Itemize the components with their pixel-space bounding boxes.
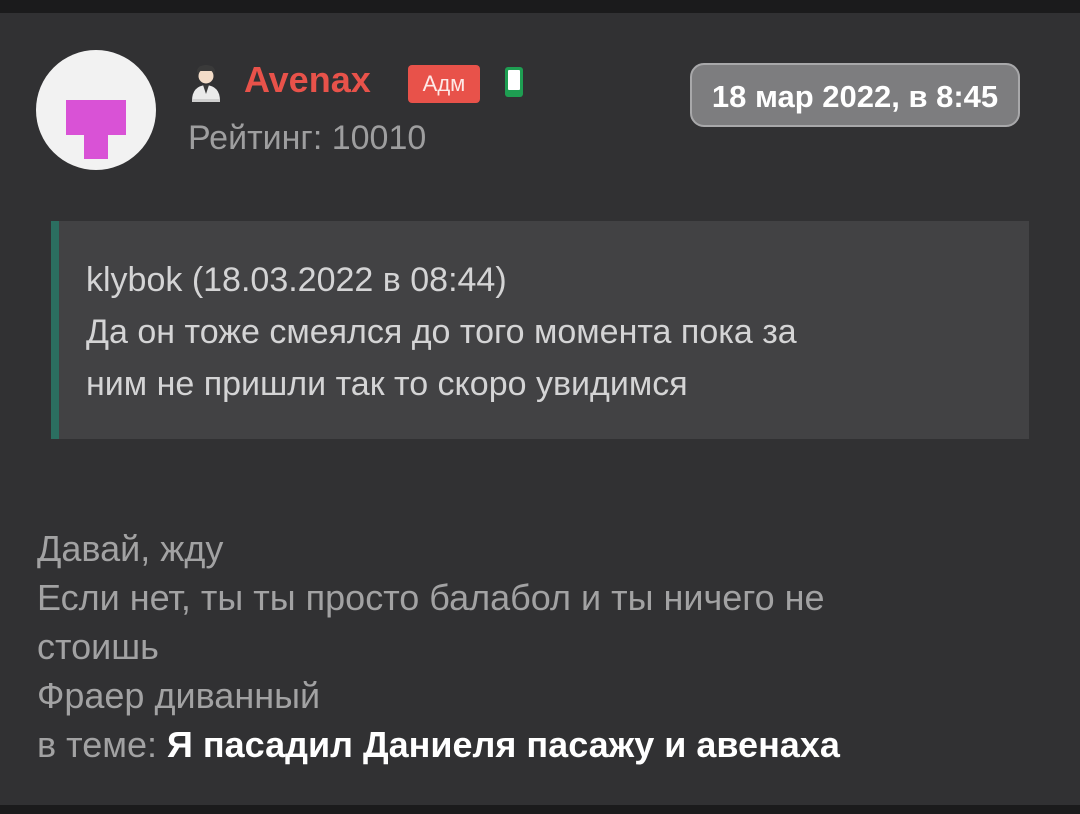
avatar-shape-stem bbox=[84, 135, 108, 159]
author-name[interactable]: Avenax bbox=[244, 58, 371, 102]
quote-text: klybok (18.03.2022 в 08:44) Да он тоже с… bbox=[86, 254, 1016, 410]
message-line: Давай, жду bbox=[37, 528, 224, 569]
quote-line: Да он тоже смеялся до того момента пока … bbox=[86, 313, 797, 351]
quote-header: klybok (18.03.2022 в 08:44) bbox=[86, 261, 507, 299]
avatar-shape-top bbox=[66, 100, 126, 135]
avatar[interactable] bbox=[36, 50, 156, 170]
message-line: Фраер диванный bbox=[37, 675, 321, 716]
post-date[interactable]: 18 мар 2022, в 8:45 bbox=[690, 63, 1020, 127]
top-divider bbox=[0, 0, 1080, 13]
online-phone-icon bbox=[505, 67, 523, 97]
topic-line: в теме: Я пасадил Даниеля пасажу и авена… bbox=[37, 720, 1047, 769]
topic-link[interactable]: Я пасадил Даниеля пасажу и авенаха bbox=[167, 724, 840, 765]
user-person-icon bbox=[192, 65, 220, 102]
message-body: Давай, жду Если нет, ты ты просто балабо… bbox=[37, 524, 1047, 769]
role-badge: Адм bbox=[408, 65, 480, 103]
bottom-divider bbox=[0, 805, 1080, 814]
topic-prefix: в теме: bbox=[37, 724, 168, 765]
author-rating: Рейтинг: 10010 bbox=[188, 119, 427, 157]
message-line: стоишь bbox=[37, 626, 159, 667]
quote-line: ним не пришли так то скоро увидимся bbox=[86, 365, 688, 403]
message-line: Если нет, ты ты просто балабол и ты ниче… bbox=[37, 577, 825, 618]
